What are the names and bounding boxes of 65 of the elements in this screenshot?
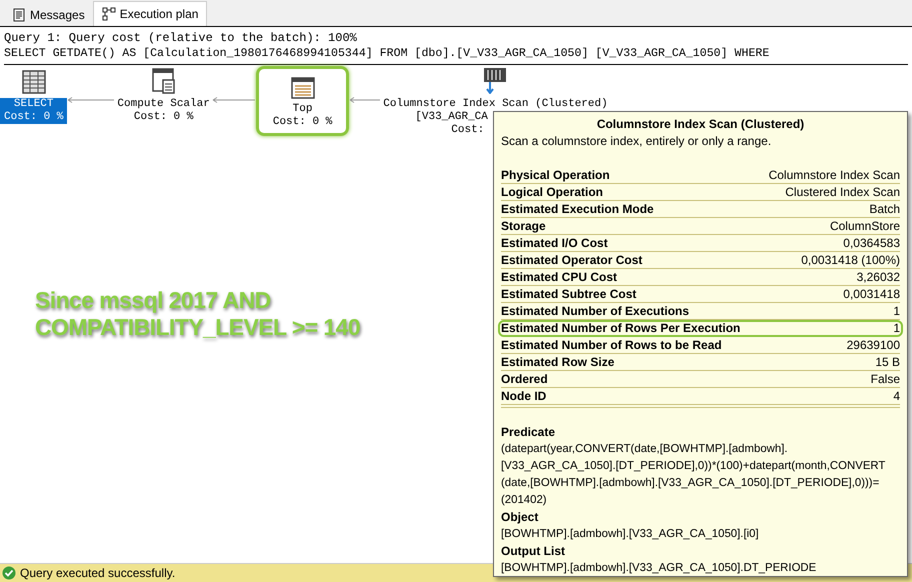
tooltip-title: Columnstore Index Scan (Clustered) [596,116,806,133]
property-value: 3,26032 [856,268,900,286]
query-text: SELECT GETDATE() AS [Calculation_1980176468994105344] FROM [dbo].[V_V33_AGR_CA_1050] [V_V33_AGR_CA_1050] WHERE [4,46,908,65]
section-text: (date,[BOWHTMP].[admbowh].[V33_AGR_CA_1050].[DT_PERIODE],0)))= [501,476,880,491]
property-name: Estimated Row Size [501,354,614,370]
property-name: Estimated CPU Cost [501,268,618,286]
node-text: Cost: 0 % [4,111,64,124]
property-value: 1 [893,302,900,320]
property-value: Clustered Index Scan [785,184,900,200]
section-text: (datepart(year,CONVERT(date,[BOWHTMP].[admbowh]. [501,442,788,457]
section-text: [BOWHTMP].[admbowh].[V33_AGR_CA_1050].[i0] [501,527,759,542]
list-icon [290,77,315,99]
node-label[interactable]: SELECT Cost: 0 % [0,98,68,124]
property-value: 29639100 [846,336,900,354]
flow-arrow [349,97,382,103]
property-value: ColumnStore [830,218,900,234]
columns-scan-icon [484,68,506,94]
property-value: 0,0031418 (100%) [801,252,900,268]
property-name: Estimated I/O Cost [501,234,608,252]
node-text: Top [292,103,312,116]
property-name: Physical Operation [501,166,610,184]
section-heading: Predicate [501,424,556,441]
property-value: 0,0364583 [843,234,900,252]
annotation-text: Since mssql 2017 AND [35,287,271,314]
flow-arrow [67,97,116,103]
property-name: Estimated Number of Executions [501,302,690,320]
property-name: Storage [501,218,546,234]
section-text: (201402) [501,493,547,508]
node-text: Cost: 0 % [134,111,194,124]
tooltip-description: Scan a columnstore index, entirely or only a range. [501,133,772,150]
node-text: SELECT [14,98,54,111]
property-name: Node ID [501,388,546,404]
section-text: [V33_AGR_CA_1050].[DT_PERIODE],0))*(100)+datepart(month,CONVERT [501,459,886,474]
calculator-window-icon [152,68,176,94]
plan-icon [102,7,116,21]
document-icon [12,8,26,22]
section-text: [BOWHTMP].[admbowh].[V33_AGR_CA_1050].DT_PERIODE [501,561,816,576]
property-name: Estimated Execution Mode [501,200,654,218]
property-name: Estimated Subtree Cost [501,286,636,302]
success-check-icon [2,566,16,580]
property-value: 0,0031418 [843,286,900,302]
property-value: False [870,370,900,388]
node-text: Compute Scalar [117,98,210,111]
flow-arrow [212,97,256,103]
property-value: 1 [893,320,900,337]
tab[interactable]: Execution plan [92,1,208,26]
property-name: Estimated Operator Cost [501,252,642,268]
query-header: Query 1: Query cost (relative to the batch): 100% [4,31,358,46]
highlighted-plan-node[interactable]: Top Cost: 0 % [256,66,350,136]
property-value: 15 B [875,354,900,370]
section-heading: Object [501,509,540,526]
node-text: Cost: 0 % [272,116,332,129]
property-value: Columnstore Index Scan [768,166,900,184]
property-name: Ordered [501,370,548,388]
property-name: Estimated Number of Rows Per Execution [501,320,740,337]
property-value: Batch [869,200,900,218]
table-grid-icon [22,70,46,94]
annotation-text: COMPATIBILITY_LEVEL >= 140 [35,314,360,341]
node-label[interactable]: Compute Scalar Cost: 0 % [115,98,212,124]
property-value: 4 [893,388,900,404]
node-label[interactable]: Top Cost: 0 % [270,103,334,129]
property-name: Estimated Number of Rows to be Read [501,336,722,354]
status-message: Query executed successfully. [20,565,176,582]
section-heading: Output List [501,543,566,560]
property-name: Logical Operation [501,184,604,200]
